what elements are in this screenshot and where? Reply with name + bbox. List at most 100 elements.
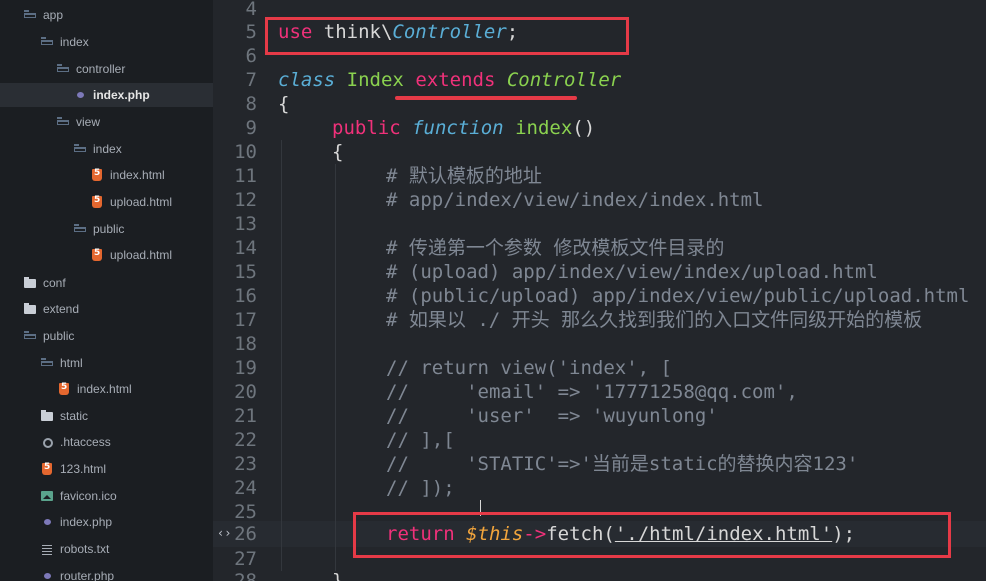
- comment-text: # 如果以 ./ 开头 那么久找到我们的入口文件同级开始的模板: [386, 309, 923, 331]
- indent-guide: [281, 476, 282, 500]
- folder-open-icon: [41, 36, 53, 48]
- html5-file-icon: [91, 195, 103, 208]
- underline-annotation: [395, 96, 577, 100]
- tree-item-upload-html[interactable]: upload.html: [0, 190, 213, 214]
- indent-guide: [281, 140, 282, 164]
- indent-guide: [335, 428, 336, 452]
- code-line: 12 # app/index/view/index/index.html: [213, 188, 986, 212]
- tree-item-router[interactable]: router.php: [0, 564, 213, 581]
- html5-file-icon: [41, 462, 53, 475]
- folder-open-icon: [57, 116, 69, 128]
- tree-item-label: view: [76, 115, 101, 129]
- folder-open-icon: [74, 143, 86, 155]
- tree-item-label: upload.html: [110, 248, 173, 262]
- comment-text: # (upload) app/index/view/index/upload.h…: [386, 261, 878, 283]
- tree-item-controller[interactable]: controller: [0, 57, 213, 81]
- html5-file-icon: [91, 168, 103, 181]
- indent-guide: [281, 332, 282, 356]
- indent-guide: [281, 164, 282, 188]
- line-number: 16: [234, 285, 257, 307]
- comment-text: # (public/upload) app/index/view/public/…: [386, 285, 970, 307]
- code-line: 9 public function index(): [213, 116, 986, 140]
- comment-text: # 传递第一个参数 修改模板文件目录的: [386, 237, 725, 259]
- code-line: 18: [213, 332, 986, 356]
- tree-item-label: static: [60, 409, 89, 423]
- line-number: 19: [234, 357, 257, 379]
- indent-guide: [335, 164, 336, 188]
- indent-guide: [335, 236, 336, 260]
- folder-icon: [24, 303, 36, 315]
- code-line: 13: [213, 212, 986, 236]
- tree-item-conf[interactable]: conf: [0, 271, 213, 295]
- tree-item-html[interactable]: html: [0, 351, 213, 375]
- tree-item-htaccess[interactable]: .htaccess: [0, 430, 213, 454]
- comment-text: // 'email' => '17771258@qq.com',: [386, 381, 798, 403]
- tree-item-label: index.php: [60, 515, 113, 529]
- indent-guide: [335, 476, 336, 500]
- tree-item-public-index-php[interactable]: index.php: [0, 510, 213, 534]
- line-number: 14: [234, 237, 257, 259]
- indent-guide: [335, 452, 336, 476]
- indent-guide: [335, 380, 336, 404]
- indent-guide: [281, 380, 282, 404]
- line-number: 9: [245, 117, 257, 139]
- tree-item-label: app: [43, 8, 64, 22]
- code-text: }: [332, 570, 344, 581]
- code-line: 10 {: [213, 140, 986, 164]
- indent-guide: [281, 356, 282, 380]
- tree-item-static[interactable]: static: [0, 404, 213, 428]
- tree-item-view-index[interactable]: index: [0, 137, 213, 161]
- code-text: {: [332, 141, 344, 163]
- tree-item-123-html[interactable]: 123.html: [0, 457, 213, 481]
- tree-item-index[interactable]: index: [0, 30, 213, 54]
- tree-item-app[interactable]: app: [0, 3, 213, 27]
- tree-item-label: public: [43, 329, 75, 343]
- line-number: 6: [245, 45, 257, 67]
- indent-guide: [335, 260, 336, 284]
- indent-guide: [281, 284, 282, 308]
- tree-item-label: html: [60, 356, 83, 370]
- tree-item-html-index-html[interactable]: index.html: [0, 377, 213, 401]
- screen: app index controller index.php view inde…: [0, 0, 986, 581]
- line-number: 21: [234, 405, 257, 427]
- comment-text: # app/index/view/index/index.html: [386, 189, 764, 211]
- highlight-box-use-statement: [265, 17, 629, 55]
- indent-guide: [281, 452, 282, 476]
- code-line: 7 class Index extends Controller: [213, 68, 986, 92]
- indent-guide: [335, 547, 336, 571]
- tree-item-label: index: [60, 35, 89, 49]
- gear-icon: [41, 436, 53, 448]
- tree-item-index-html[interactable]: index.html: [0, 163, 213, 187]
- tree-item-public-upload-html[interactable]: upload.html: [0, 243, 213, 267]
- code-line: 21 // 'user' => 'wuyunlong': [213, 404, 986, 428]
- tree-item-robots[interactable]: robots.txt: [0, 537, 213, 561]
- line-number: 7: [245, 69, 257, 91]
- tree-item-view-public[interactable]: public: [0, 217, 213, 241]
- html5-file-icon: [91, 248, 103, 261]
- indent-guide: [335, 356, 336, 380]
- file-tree-sidebar[interactable]: app index controller index.php view inde…: [0, 0, 213, 581]
- parens: (): [572, 117, 596, 139]
- indent-guide: [335, 284, 336, 308]
- php-file-icon: [41, 516, 53, 528]
- tree-item-label: upload.html: [110, 195, 173, 209]
- indent-guide: [335, 521, 336, 547]
- code-editor[interactable]: 4 5 use think\Controller; 6 7 class Inde…: [213, 0, 986, 581]
- tree-item-extend[interactable]: extend: [0, 297, 213, 321]
- indent-guide: [335, 332, 336, 356]
- tree-item-label: robots.txt: [60, 542, 110, 556]
- comment-text: // 'user' => 'wuyunlong': [386, 405, 718, 427]
- folder-icon: [24, 277, 36, 289]
- tree-item-public[interactable]: public: [0, 324, 213, 348]
- image-file-icon: [41, 490, 53, 502]
- tree-item-view[interactable]: view: [0, 110, 213, 134]
- tree-item-index-php[interactable]: index.php: [0, 83, 213, 107]
- code-text: public function index(): [332, 116, 595, 140]
- line-number: 8: [245, 93, 257, 115]
- tree-item-favicon[interactable]: favicon.ico: [0, 484, 213, 508]
- tree-item-label: index.html: [110, 168, 165, 182]
- line-number: 4: [245, 0, 257, 20]
- comment-text: // return view('index', [: [386, 357, 672, 379]
